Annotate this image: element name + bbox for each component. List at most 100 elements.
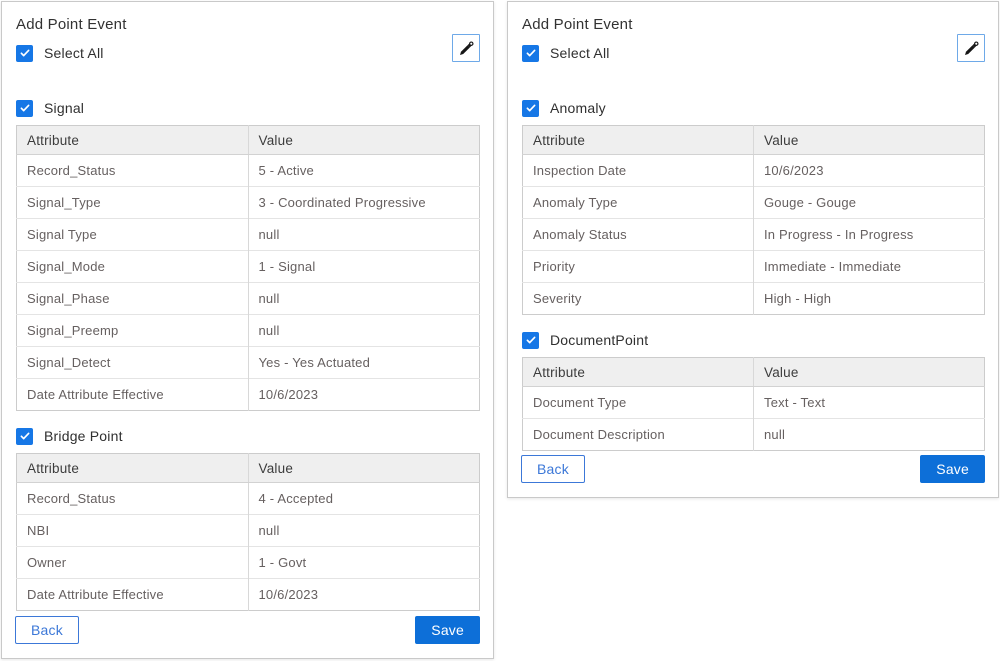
column-header-value: Value <box>754 358 985 387</box>
select-all-checkbox[interactable]: Select All <box>16 44 480 62</box>
layer-section: Anomaly Attribute Value Inspection Date … <box>522 99 985 315</box>
attribute-cell: Document Type <box>523 387 754 419</box>
eyedropper-icon <box>963 40 980 57</box>
value-cell: 1 - Govt <box>248 547 480 579</box>
table-header-row: Attribute Value <box>17 126 480 155</box>
table-row: Signal_Preemp null <box>17 315 480 347</box>
table-row: Document Description null <box>523 419 985 451</box>
value-cell: Yes - Yes Actuated <box>248 347 480 379</box>
attribute-cell: Record_Status <box>17 483 249 515</box>
attribute-cell: Record_Status <box>17 155 249 187</box>
back-button[interactable]: Back <box>15 616 79 644</box>
value-cell: 10/6/2023 <box>754 155 985 187</box>
attribute-table: Attribute Value Record_Status 4 - Accept… <box>16 453 480 611</box>
select-all-label: Select All <box>550 45 610 61</box>
table-row: Anomaly Status In Progress - In Progress <box>523 219 985 251</box>
attribute-cell: Severity <box>523 283 754 315</box>
table-row: Record_Status 4 - Accepted <box>17 483 480 515</box>
layer-checkbox[interactable]: Anomaly <box>522 99 985 117</box>
eyedropper-button[interactable] <box>957 34 985 62</box>
table-row: Signal_Detect Yes - Yes Actuated <box>17 347 480 379</box>
table-header-row: Attribute Value <box>17 454 480 483</box>
column-header-value: Value <box>754 126 985 155</box>
value-cell: null <box>248 515 480 547</box>
value-cell: Text - Text <box>754 387 985 419</box>
value-cell: Gouge - Gouge <box>754 187 985 219</box>
layer-checkbox[interactable]: Signal <box>16 99 480 117</box>
value-cell: 10/6/2023 <box>248 579 480 611</box>
layer-checkbox[interactable]: Bridge Point <box>16 427 480 445</box>
table-row: Signal Type null <box>17 219 480 251</box>
column-header-value: Value <box>248 454 480 483</box>
checkbox-checked-icon <box>522 332 539 349</box>
column-header-attribute: Attribute <box>523 358 754 387</box>
attribute-cell: Signal_Preemp <box>17 315 249 347</box>
checkbox-checked-icon <box>16 100 33 117</box>
table-row: Record_Status 5 - Active <box>17 155 480 187</box>
select-all-label: Select All <box>44 45 104 61</box>
attribute-cell: Owner <box>17 547 249 579</box>
sections-container: Signal Attribute Value Record_Status 5 -… <box>15 83 480 611</box>
panel-title: Add Point Event <box>16 16 480 33</box>
back-button[interactable]: Back <box>521 455 585 483</box>
panel-title: Add Point Event <box>522 16 985 33</box>
value-cell: null <box>248 315 480 347</box>
attribute-cell: Signal_Type <box>17 187 249 219</box>
attribute-cell: Priority <box>523 251 754 283</box>
save-button[interactable]: Save <box>920 455 985 483</box>
value-cell: 5 - Active <box>248 155 480 187</box>
table-row: Anomaly Type Gouge - Gouge <box>523 187 985 219</box>
layer-checkbox[interactable]: DocumentPoint <box>522 331 985 349</box>
attribute-table: Attribute Value Inspection Date 10/6/202… <box>522 125 985 315</box>
attribute-cell: Anomaly Type <box>523 187 754 219</box>
attribute-cell: Inspection Date <box>523 155 754 187</box>
select-all-checkbox[interactable]: Select All <box>522 44 985 62</box>
attribute-cell: NBI <box>17 515 249 547</box>
layer-label: Bridge Point <box>44 428 123 444</box>
column-header-attribute: Attribute <box>17 454 249 483</box>
value-cell: null <box>248 283 480 315</box>
sections-container: Anomaly Attribute Value Inspection Date … <box>521 83 985 451</box>
panel-footer: Back Save <box>521 455 985 484</box>
value-cell: High - High <box>754 283 985 315</box>
attribute-cell: Signal_Mode <box>17 251 249 283</box>
layer-label: Signal <box>44 100 84 116</box>
table-row: Owner 1 - Govt <box>17 547 480 579</box>
attribute-cell: Date Attribute Effective <box>17 379 249 411</box>
layer-section: Signal Attribute Value Record_Status 5 -… <box>16 99 480 411</box>
attribute-cell: Anomaly Status <box>523 219 754 251</box>
table-header-row: Attribute Value <box>523 358 985 387</box>
checkbox-checked-icon <box>16 428 33 445</box>
layer-section: Bridge Point Attribute Value Record_Stat… <box>16 427 480 611</box>
attribute-cell: Date Attribute Effective <box>17 579 249 611</box>
column-header-value: Value <box>248 126 480 155</box>
table-row: Signal_Type 3 - Coordinated Progressive <box>17 187 480 219</box>
eyedropper-button[interactable] <box>452 34 480 62</box>
table-row: Signal_Mode 1 - Signal <box>17 251 480 283</box>
column-header-attribute: Attribute <box>17 126 249 155</box>
attribute-table: Attribute Value Document Type Text - Tex… <box>522 357 985 451</box>
attribute-cell: Signal Type <box>17 219 249 251</box>
value-cell: In Progress - In Progress <box>754 219 985 251</box>
layer-section: DocumentPoint Attribute Value Document T… <box>522 331 985 451</box>
save-button[interactable]: Save <box>415 616 480 644</box>
table-header-row: Attribute Value <box>523 126 985 155</box>
attribute-cell: Signal_Detect <box>17 347 249 379</box>
value-cell: 1 - Signal <box>248 251 480 283</box>
layer-label: DocumentPoint <box>550 332 648 348</box>
table-row: Date Attribute Effective 10/6/2023 <box>17 379 480 411</box>
table-row: Inspection Date 10/6/2023 <box>523 155 985 187</box>
value-cell: Immediate - Immediate <box>754 251 985 283</box>
page: Add Point Event Select All <box>0 0 1000 661</box>
add-point-event-panel: Add Point Event Select All <box>1 1 494 659</box>
value-cell: 10/6/2023 <box>248 379 480 411</box>
table-row: NBI null <box>17 515 480 547</box>
eyedropper-icon <box>458 40 475 57</box>
table-row: Date Attribute Effective 10/6/2023 <box>17 579 480 611</box>
value-cell: 3 - Coordinated Progressive <box>248 187 480 219</box>
value-cell: 4 - Accepted <box>248 483 480 515</box>
table-row: Severity High - High <box>523 283 985 315</box>
value-cell: null <box>754 419 985 451</box>
attribute-cell: Signal_Phase <box>17 283 249 315</box>
table-row: Priority Immediate - Immediate <box>523 251 985 283</box>
